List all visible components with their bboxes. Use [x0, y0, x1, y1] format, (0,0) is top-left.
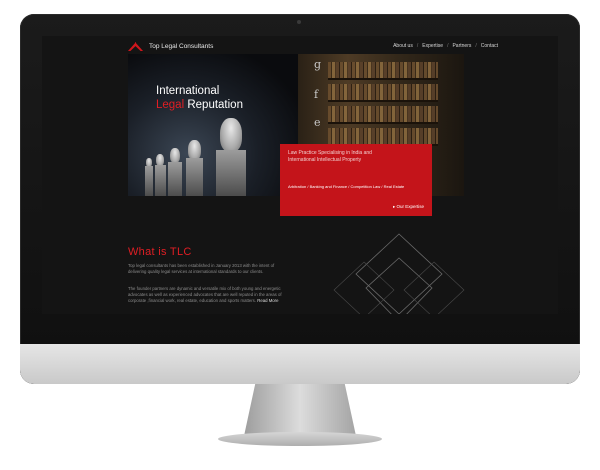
- nav-expertise[interactable]: Expertise: [422, 43, 443, 49]
- about-paragraph-2: The founder partners are dynamic and ver…: [128, 286, 293, 304]
- nav-separator: /: [416, 43, 419, 49]
- pedestal: [145, 166, 153, 196]
- our-expertise-link[interactable]: ▸ Our Expertise: [393, 204, 424, 210]
- practice-areas: Arbitration / Banking and Finance / Comp…: [288, 184, 405, 189]
- statue-bust: [188, 140, 201, 160]
- pedestal: [168, 162, 182, 196]
- statue-bust: [220, 118, 242, 152]
- hero-headline: International Legal Reputation: [156, 84, 243, 112]
- shelf: [328, 78, 438, 80]
- practice-callout: Law Practice Specialising in India and I…: [280, 144, 432, 216]
- main-nav: About us / Expertise / Partners / Contac…: [393, 43, 498, 49]
- pedestal: [216, 150, 246, 196]
- camera-icon: [297, 20, 301, 24]
- diamond-outline-icon: [333, 233, 465, 314]
- read-more-link[interactable]: Read More: [257, 298, 278, 303]
- bookshelf-row: [328, 84, 438, 100]
- monitor-stand: [244, 384, 356, 436]
- statue-bust: [170, 148, 180, 163]
- callout-lead: Law Practice Specialising in India and I…: [288, 150, 372, 163]
- shelf: [328, 122, 438, 124]
- shelf-letter: g: [314, 58, 322, 71]
- nav-separator: /: [447, 43, 449, 49]
- hero-line-2-rest: Reputation: [187, 99, 243, 111]
- bookshelf-row: [328, 128, 438, 144]
- brand-name: Top Legal Consultants: [149, 43, 214, 50]
- shelf: [328, 100, 438, 102]
- section-title: What is TLC: [128, 246, 192, 258]
- hero-line-2: Legal Reputation: [156, 98, 243, 112]
- nav-partners[interactable]: Partners: [452, 43, 471, 49]
- nav-contact[interactable]: Contact: [481, 43, 498, 49]
- nav-separator: /: [475, 43, 477, 49]
- logo-mark-icon: [128, 42, 144, 51]
- about-paragraph-1: Top legal consultants has been establish…: [128, 263, 275, 274]
- shelf-letter: e: [314, 116, 321, 129]
- nav-about-us[interactable]: About us: [393, 43, 413, 49]
- pedestal: [155, 165, 166, 196]
- shelf-letter: f: [314, 88, 319, 101]
- screen: Top Legal Consultants About us / Experti…: [42, 36, 558, 314]
- bookshelf-row: [328, 106, 438, 122]
- monitor-chin: [20, 344, 580, 384]
- pedestal: [186, 158, 203, 196]
- hero-accent-word: Legal: [156, 99, 185, 111]
- hero-image-busts: [128, 54, 298, 196]
- bookshelf-row: [328, 62, 438, 78]
- hero-line-1: International: [156, 85, 220, 97]
- site-logo[interactable]: Top Legal Consultants: [128, 42, 213, 51]
- monitor-stand-base: [218, 432, 382, 446]
